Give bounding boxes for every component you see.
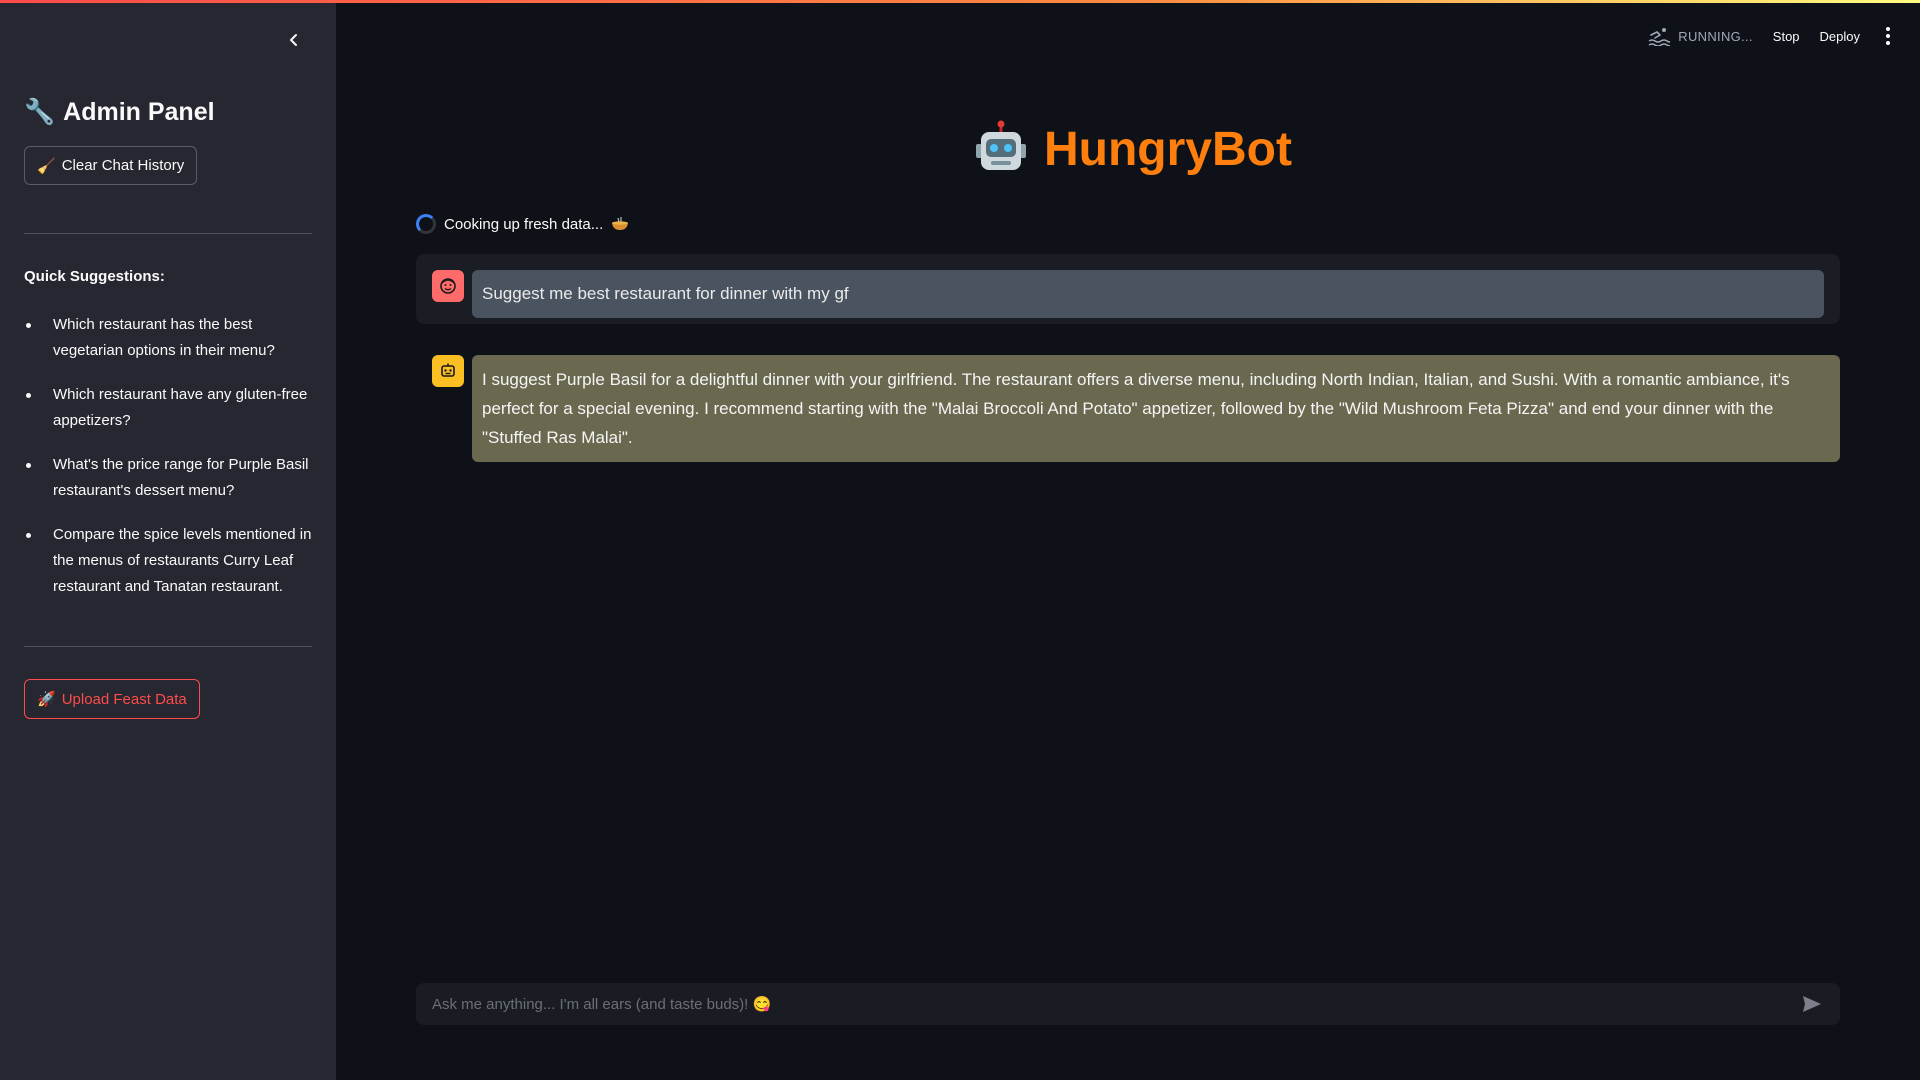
chat-message-assistant: I suggest Purple Basil for a delightful … <box>416 355 1840 463</box>
suggestion-item[interactable]: What's the price range for Purple Basil … <box>24 452 316 504</box>
top-decoration-bar <box>0 0 1920 3</box>
suggestion-text: Which restaurant have any gluten-free ap… <box>53 386 308 429</box>
running-status: RUNNING... <box>1648 26 1753 46</box>
status-text: Cooking up fresh data... <box>444 215 604 233</box>
suggestion-item[interactable]: Which restaurant have any gluten-free ap… <box>24 382 316 434</box>
more-vertical-icon[interactable] <box>1880 26 1896 46</box>
deploy-button[interactable]: Deploy <box>1820 29 1860 44</box>
bullet <box>26 463 31 468</box>
suggestion-text: What's the price range for Purple Basil … <box>53 456 309 499</box>
wrench-icon: 🔧 <box>24 98 56 126</box>
quick-suggestions-title: Quick Suggestions: <box>24 268 165 285</box>
quick-suggestions-list: Which restaurant has the best vegetarian… <box>24 312 316 618</box>
assistant-message-bubble: I suggest Purple Basil for a delightful … <box>472 355 1840 462</box>
loading-spinner <box>416 214 436 234</box>
bot-avatar <box>432 355 464 387</box>
app-toolbar: RUNNING... Stop Deploy <box>1648 24 1896 48</box>
user-avatar <box>432 270 464 302</box>
sidebar: 🔧 Admin Panel 🧹 Clear Chat History Quick… <box>0 0 336 1080</box>
broom-icon: 🧹 <box>37 157 56 175</box>
bullet <box>26 393 31 398</box>
robot-icon <box>976 120 1026 170</box>
suggestion-item[interactable]: Which restaurant has the best vegetarian… <box>24 312 316 364</box>
chat-message-user: Suggest me best restaurant for dinner wi… <box>416 254 1840 324</box>
bullet <box>26 533 31 538</box>
clear-chat-history-button[interactable]: 🧹 Clear Chat History <box>24 146 198 185</box>
chat-input-container <box>416 983 1840 1025</box>
user-face-icon <box>440 278 456 294</box>
page-title: HungryBot <box>972 120 1292 178</box>
clear-chat-history-label: Clear Chat History <box>61 157 185 174</box>
user-message-bubble: Suggest me best restaurant for dinner wi… <box>472 270 1824 318</box>
send-icon <box>1803 996 1821 1012</box>
bullet <box>26 323 31 328</box>
bowl-icon <box>612 217 629 230</box>
sidebar-divider <box>24 233 312 234</box>
admin-panel-title: 🔧 Admin Panel <box>24 98 215 127</box>
upload-feast-data-button[interactable]: 🚀 Upload Feast Data <box>24 679 200 719</box>
suggestion-text: Compare the spice levels mentioned in th… <box>53 526 312 595</box>
suggestion-text: Which restaurant has the best vegetarian… <box>53 316 275 359</box>
collapse-sidebar-button[interactable] <box>282 28 306 52</box>
upload-feast-data-label: Upload Feast Data <box>61 690 187 708</box>
status-row: Cooking up fresh data... <box>416 214 629 234</box>
stop-button[interactable]: Stop <box>1773 29 1800 44</box>
send-button[interactable] <box>1800 992 1824 1016</box>
app-title-text: HungryBot <box>1044 122 1292 176</box>
suggestion-item[interactable]: Compare the spice levels mentioned in th… <box>24 522 316 600</box>
running-label: RUNNING... <box>1678 28 1753 44</box>
swimmer-icon <box>1648 28 1671 46</box>
sidebar-divider <box>24 646 312 647</box>
smart-toy-icon <box>441 363 455 377</box>
chat-input[interactable] <box>432 995 1800 1013</box>
chevron-left-icon <box>290 34 297 46</box>
admin-panel-label: Admin Panel <box>63 98 215 126</box>
rocket-icon: 🚀 <box>37 691 56 708</box>
